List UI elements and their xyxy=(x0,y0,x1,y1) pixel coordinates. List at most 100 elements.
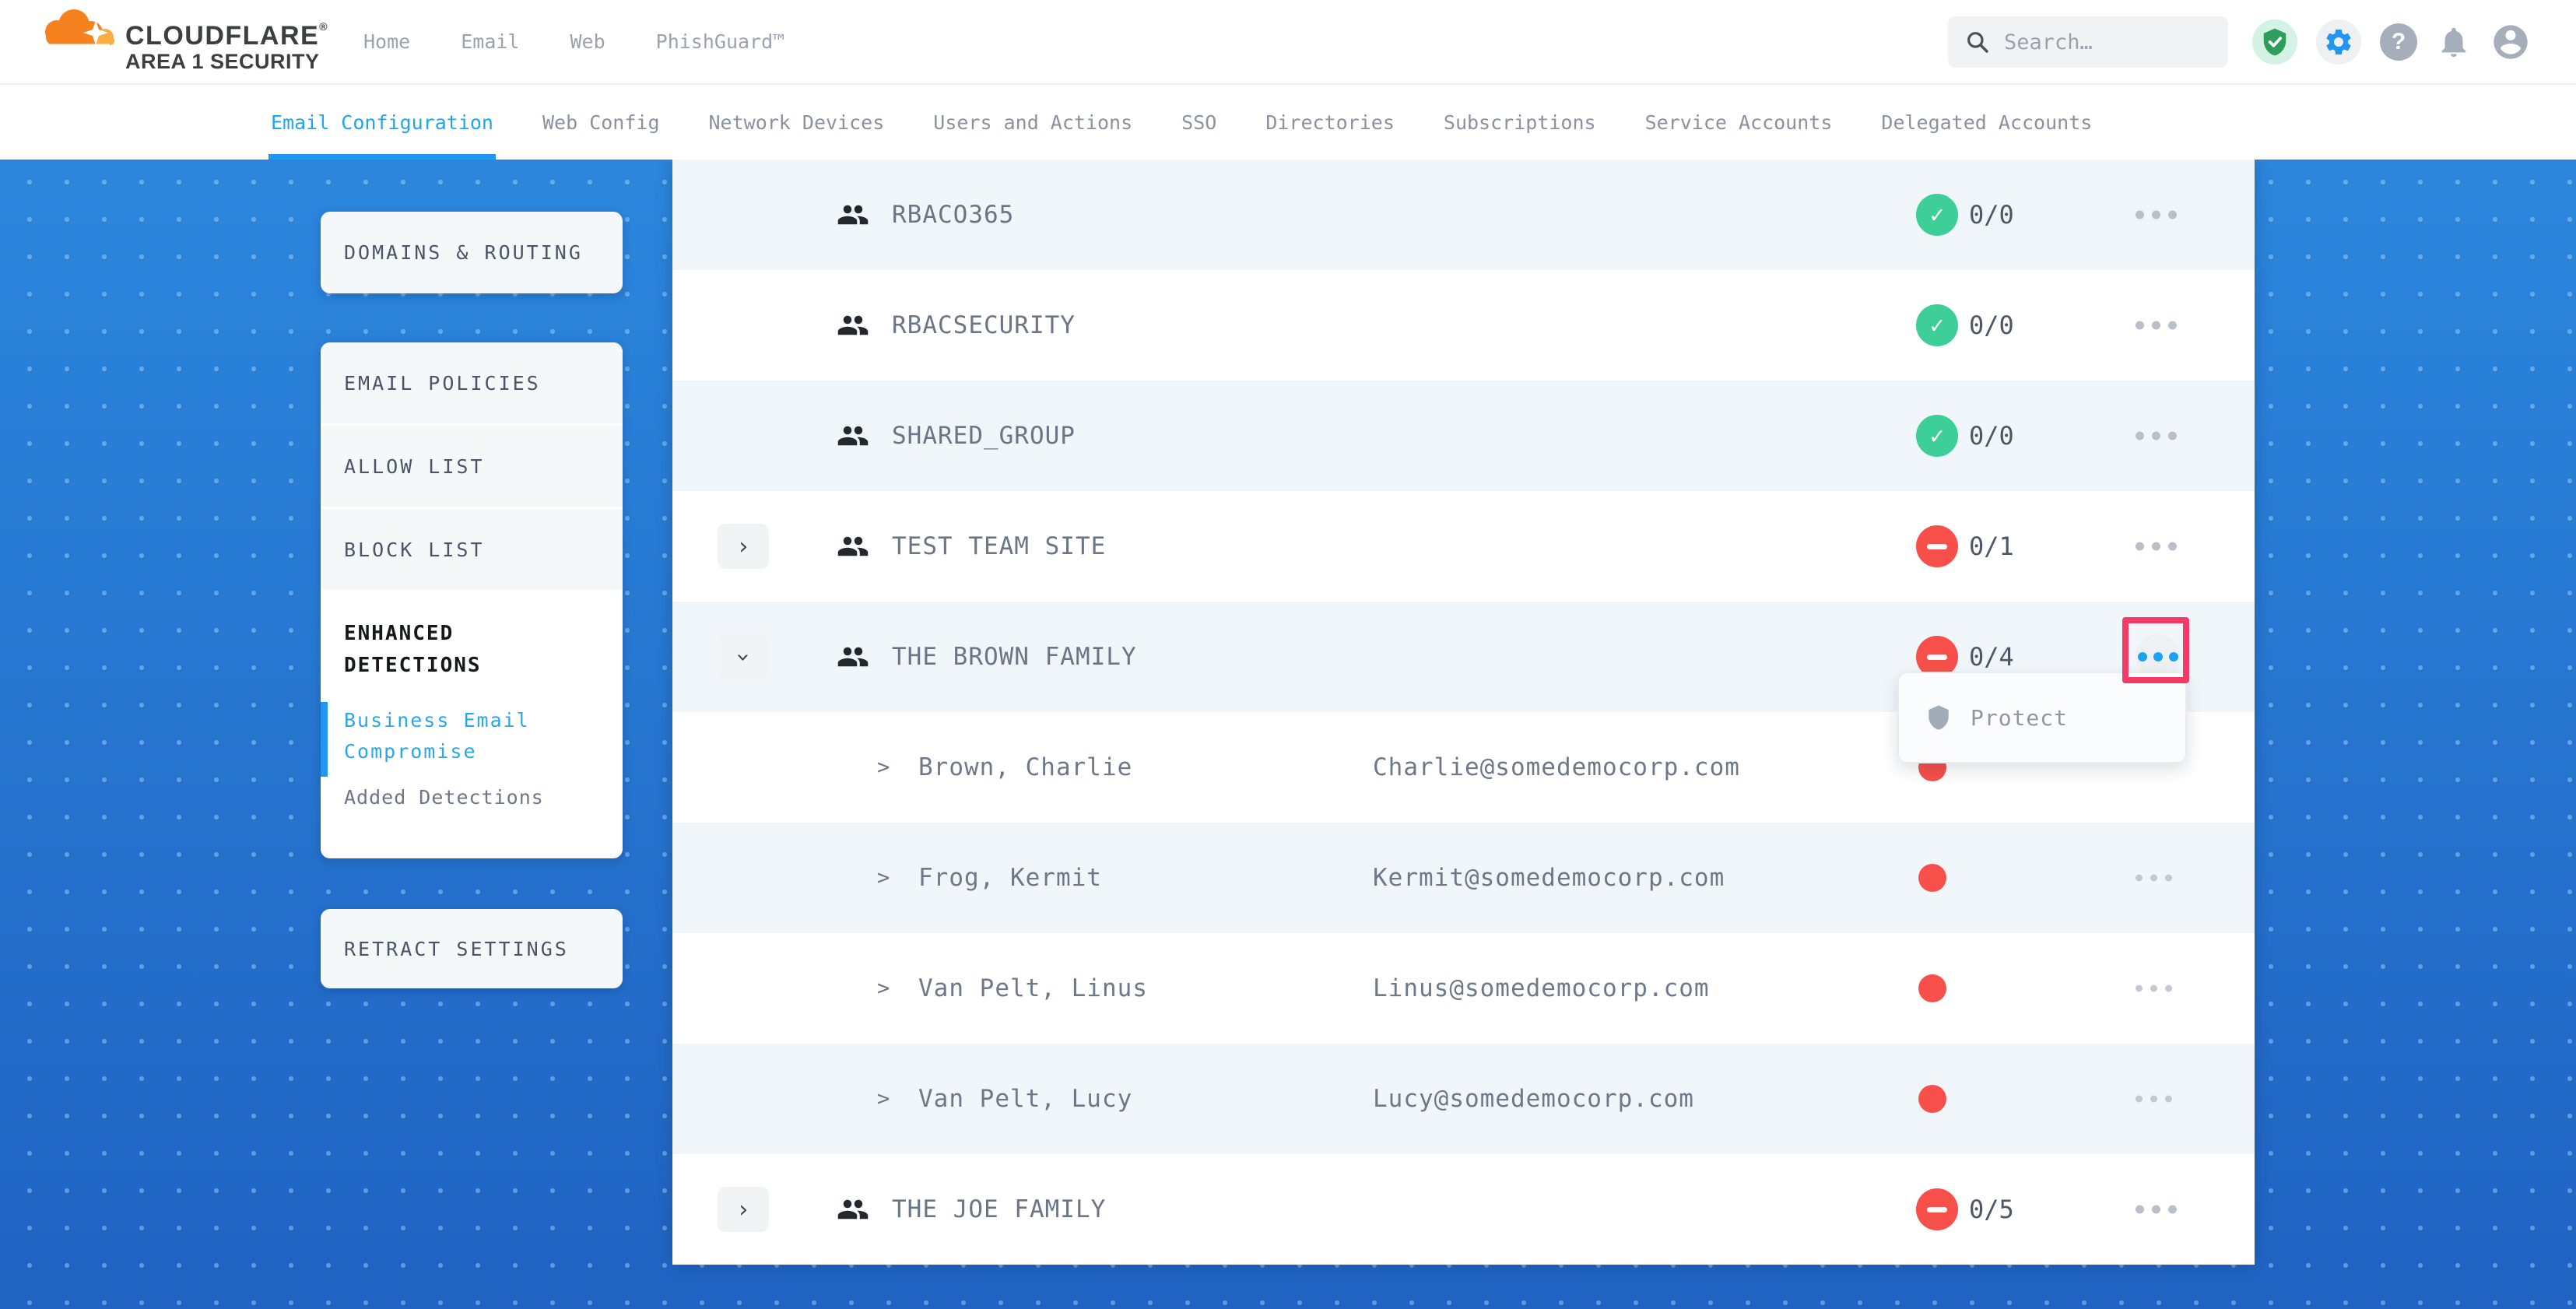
status-unprotected-dot xyxy=(1918,1085,1946,1113)
cloudflare-logo-icon xyxy=(33,6,119,51)
settings-gear-icon[interactable] xyxy=(2316,19,2361,65)
row-actions-menu[interactable] xyxy=(2136,875,2172,882)
context-menu-protect[interactable]: Protect xyxy=(1897,672,2187,763)
shield-icon xyxy=(1925,702,1952,733)
tab-network-devices[interactable]: Network Devices xyxy=(709,85,885,160)
domains-routing-label: DOMAINS & ROUTING xyxy=(344,241,583,264)
group-icon xyxy=(837,1193,869,1226)
tab-directories[interactable]: Directories xyxy=(1265,85,1395,160)
status-unprotected-icon xyxy=(1916,525,1958,567)
chevron-down-icon xyxy=(730,650,757,664)
nav-home[interactable]: Home xyxy=(363,30,410,53)
search-input[interactable] xyxy=(2004,30,2199,54)
email-policies-label: EMAIL POLICIES xyxy=(344,372,541,395)
header-nav: Home Email Web PhishGuard™ xyxy=(363,0,784,83)
search-box[interactable] xyxy=(1948,16,2228,68)
sidebar-item-email-policies[interactable]: EMAIL POLICIES xyxy=(321,342,623,426)
table-row-the-joe-family: THE JOE FAMILY 0/5 xyxy=(672,1154,2255,1265)
sidebar-item-allow-list[interactable]: ALLOW LIST xyxy=(321,426,623,509)
tab-delegated-accounts[interactable]: Delegated Accounts xyxy=(1881,85,2092,160)
nav-web[interactable]: Web xyxy=(570,30,605,53)
status-count: 0/0 xyxy=(1969,200,2014,230)
sidebar-item-block-list[interactable]: BLOCK LIST xyxy=(321,509,623,592)
member-email: Linus@somedemocorp.com xyxy=(1373,974,1710,1002)
table-row-test-team-site: TEST TEAM SITE 0/1 xyxy=(672,491,2255,602)
group-name: SHARED_GROUP xyxy=(892,422,1076,450)
member-email: Kermit@somedemocorp.com xyxy=(1373,864,1725,892)
sidebar-item-domains-routing[interactable]: DOMAINS & ROUTING xyxy=(321,212,623,293)
table-row-rbaco365: RBACO365 0/0 xyxy=(672,160,2255,270)
sidebar-card-policies: EMAIL POLICIES ALLOW LIST BLOCK LIST ENH… xyxy=(321,342,623,858)
status-count: 0/1 xyxy=(1969,532,2014,561)
row-actions-menu[interactable] xyxy=(2136,432,2177,440)
member-chevron-icon[interactable] xyxy=(877,977,890,1001)
row-actions-menu[interactable] xyxy=(2136,211,2177,219)
active-item-indicator xyxy=(321,702,328,777)
sidebar-item-business-email-compromise[interactable]: Business Email Compromise xyxy=(344,705,577,767)
enhanced-detections-label: ENHANCED DETECTIONS xyxy=(344,618,570,682)
table-row-shared-group: SHARED_GROUP 0/0 xyxy=(672,381,2255,491)
row-actions-menu[interactable] xyxy=(2136,1096,2172,1103)
nav-email[interactable]: Email xyxy=(461,30,519,53)
status-protected-icon xyxy=(1916,304,1958,346)
chevron-right-icon xyxy=(736,533,750,560)
group-name: THE JOE FAMILY xyxy=(892,1195,1106,1223)
tab-sso[interactable]: SSO xyxy=(1181,85,1216,160)
member-chevron-icon[interactable] xyxy=(877,756,890,780)
row-actions-menu[interactable] xyxy=(2136,1205,2177,1214)
table-row-rbacsecurity: RBACSECURITY 0/0 xyxy=(672,270,2255,381)
group-name: THE BROWN FAMILY xyxy=(892,643,1137,671)
config-tab-bar: Email Configuration Web Config Network D… xyxy=(0,83,2576,160)
sidebar-item-retract-settings[interactable]: RETRACT SETTINGS xyxy=(321,909,623,988)
header-icon-cluster xyxy=(2252,0,2531,83)
retract-settings-label: RETRACT SETTINGS xyxy=(344,938,569,960)
status-count: 0/0 xyxy=(1969,311,2014,340)
status-protected-icon xyxy=(1916,194,1958,236)
expand-row-button[interactable] xyxy=(718,524,769,569)
chevron-right-icon xyxy=(736,1196,750,1223)
expand-row-button[interactable] xyxy=(718,1187,769,1232)
block-list-label: BLOCK LIST xyxy=(344,539,485,561)
top-header: CLOUDFLARE® AREA 1 SECURITY Home Email W… xyxy=(0,0,2576,83)
account-icon[interactable] xyxy=(2490,22,2531,62)
groups-table: RBACO365 0/0 RBACSECURITY 0/0 SHARED_GRO… xyxy=(672,160,2255,1265)
notifications-bell-icon[interactable] xyxy=(2436,24,2472,60)
shield-check-icon[interactable] xyxy=(2252,19,2297,65)
table-row-member-van-pelt-lucy: Van Pelt, Lucy Lucy@somedemocorp.com xyxy=(672,1044,2255,1154)
brand-name: CLOUDFLARE® xyxy=(125,20,328,51)
group-name: TEST TEAM SITE xyxy=(892,532,1106,560)
group-icon xyxy=(837,530,869,563)
status-protected-icon xyxy=(1916,415,1958,457)
enhanced-detections-section: ENHANCED DETECTIONS Business Email Compr… xyxy=(321,592,623,809)
group-icon xyxy=(837,640,869,673)
status-unprotected-icon xyxy=(1916,1188,1958,1230)
tab-web-config[interactable]: Web Config xyxy=(542,85,660,160)
collapse-row-button[interactable] xyxy=(718,634,769,679)
member-name: Frog, Kermit xyxy=(918,864,1102,892)
row-actions-menu[interactable] xyxy=(2136,542,2177,551)
member-email: Charlie@somedemocorp.com xyxy=(1373,753,1740,781)
help-icon[interactable] xyxy=(2380,23,2417,61)
member-chevron-icon[interactable] xyxy=(877,1087,890,1111)
row-actions-menu[interactable] xyxy=(2136,321,2177,330)
member-name: Van Pelt, Linus xyxy=(918,974,1148,1002)
group-icon xyxy=(837,198,869,231)
status-unprotected-dot xyxy=(1918,974,1946,1002)
member-name: Van Pelt, Lucy xyxy=(918,1085,1132,1113)
group-icon xyxy=(837,309,869,342)
tab-email-configuration[interactable]: Email Configuration xyxy=(271,85,493,160)
search-icon xyxy=(1965,30,1990,54)
protect-menu-item-label: Protect xyxy=(1971,705,2068,731)
tab-subscriptions[interactable]: Subscriptions xyxy=(1444,85,1596,160)
member-email: Lucy@somedemocorp.com xyxy=(1373,1085,1694,1113)
sidebar-item-added-detections[interactable]: Added Detections xyxy=(344,786,623,809)
allow-list-label: ALLOW LIST xyxy=(344,455,485,478)
tab-service-accounts[interactable]: Service Accounts xyxy=(1645,85,1833,160)
row-actions-menu[interactable] xyxy=(2136,985,2172,992)
tab-users-and-actions[interactable]: Users and Actions xyxy=(933,85,1132,160)
member-chevron-icon[interactable] xyxy=(877,866,890,890)
nav-phishguard[interactable]: PhishGuard™ xyxy=(656,30,785,53)
area1-security-app: CLOUDFLARE® AREA 1 SECURITY Home Email W… xyxy=(0,0,2576,1309)
member-name: Brown, Charlie xyxy=(918,753,1132,781)
table-row-member-frog-kermit: Frog, Kermit Kermit@somedemocorp.com xyxy=(672,823,2255,933)
